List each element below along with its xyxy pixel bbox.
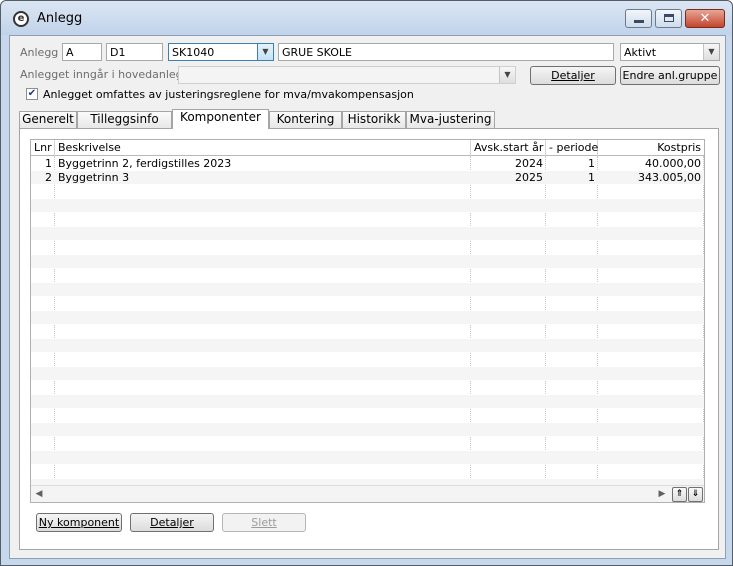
move-up-icon[interactable]: ⇑ <box>672 487 687 502</box>
scroll-right-icon[interactable]: ▶ <box>654 487 670 502</box>
komponenter-table: Lnr Beskrivelse Avsk.start år - periode … <box>30 139 705 503</box>
row-stripe <box>31 283 704 296</box>
status-value: Aktivt <box>624 46 657 59</box>
detaljer-header-label: Detaljer <box>551 69 595 82</box>
col-lnr[interactable]: Lnr <box>31 140 55 156</box>
cell-kostpris: 40.000,00 <box>645 157 701 170</box>
check-icon: ✔ <box>27 88 37 99</box>
anlegg-label: Anlegg <box>20 46 59 59</box>
table-body: 1 Byggetrinn 2, ferdigstilles 2023 2024 … <box>31 156 704 486</box>
app-logo-icon: e <box>13 11 29 27</box>
tab-kontering[interactable]: Kontering <box>269 111 342 128</box>
maximize-button[interactable] <box>655 9 682 28</box>
close-button[interactable]: ✕ <box>685 9 725 28</box>
chevron-down-icon[interactable]: ▼ <box>703 44 719 60</box>
detaljer-header-button[interactable]: Detaljer <box>530 66 616 85</box>
move-down-icon[interactable]: ⇓ <box>688 487 703 502</box>
scroll-left-icon[interactable]: ◀ <box>31 487 47 502</box>
tab-historikk[interactable]: Historikk <box>342 111 406 128</box>
table-header: Lnr Beskrivelse Avsk.start år - periode … <box>31 140 704 156</box>
cell-avsk-start: 2024 <box>515 157 543 170</box>
row-stripe <box>31 339 704 352</box>
minimize-icon <box>634 20 644 23</box>
detaljer-button[interactable]: Detaljer <box>130 513 214 532</box>
row-stripe <box>31 423 704 436</box>
minimize-button[interactable] <box>625 9 652 28</box>
col-beskrivelse[interactable]: Beskrivelse <box>55 140 471 156</box>
cell-periode: 1 <box>588 157 595 170</box>
col-avsk-start[interactable]: Avsk.start år <box>471 140 546 156</box>
cell-lnr: 2 <box>45 171 52 184</box>
window-title: Anlegg <box>37 11 83 26</box>
tab-tilleggsinfo[interactable]: Tilleggsinfo <box>77 111 172 128</box>
cell-periode: 1 <box>588 171 595 184</box>
maximize-icon <box>664 14 674 22</box>
row-stripe <box>31 451 704 464</box>
cell-beskrivelse: Byggetrinn 3 <box>58 171 130 184</box>
tab-generelt[interactable]: Generelt <box>19 111 77 128</box>
anlegg-code-combo[interactable]: SK1040 ▼ <box>168 43 274 61</box>
anlegg-name-field[interactable]: GRUE SKOLE <box>278 43 614 61</box>
row-stripe <box>31 367 704 380</box>
row-stripe <box>31 255 704 268</box>
tab-mva-justering[interactable]: Mva-justering <box>406 111 495 128</box>
cell-avsk-start: 2025 <box>515 171 543 184</box>
anlegg-d1-field[interactable]: D1 <box>106 43 163 61</box>
horizontal-scrollbar[interactable]: ◀ ▶ ⇑ ⇓ <box>31 485 704 502</box>
ny-komponent-button[interactable]: Ny komponent <box>36 513 122 532</box>
tab-komponenter[interactable]: Komponenter <box>172 109 269 129</box>
row-stripe <box>31 311 704 324</box>
chevron-down-icon[interactable]: ▼ <box>499 67 515 83</box>
cell-beskrivelse: Byggetrinn 2, ferdigstilles 2023 <box>58 157 232 170</box>
endre-anlgruppe-button[interactable]: Endre anl.gruppe <box>620 66 720 85</box>
table-row[interactable]: 1 Byggetrinn 2, ferdigstilles 2023 2024 … <box>31 157 704 170</box>
col-kostpris[interactable]: Kostpris <box>598 140 704 156</box>
anlegg-code-value: SK1040 <box>172 46 215 59</box>
anlegg-a-field[interactable]: A <box>62 43 102 61</box>
row-stripe <box>31 199 704 212</box>
row-stripe <box>31 395 704 408</box>
status-select[interactable]: Aktivt ▼ <box>620 43 720 61</box>
anlegg-window: e Anlegg ✕ Anlegg A D1 SK1040 ▼ GRUE SKO… <box>0 0 733 566</box>
cell-lnr: 1 <box>45 157 52 170</box>
detaljer-label: Detaljer <box>150 516 194 529</box>
mva-justering-checkbox[interactable]: ✔ <box>26 88 38 100</box>
slett-button[interactable]: Slett <box>222 513 306 532</box>
parent-label: Anlegget inngår i hovedanlegg <box>20 68 190 81</box>
table-row[interactable]: 2 Byggetrinn 3 2025 1 343.005,00 <box>31 171 704 184</box>
parent-combo[interactable]: ▼ <box>178 66 516 84</box>
cell-kostpris: 343.005,00 <box>638 171 701 184</box>
col-periode[interactable]: - periode <box>546 140 598 156</box>
chevron-down-icon[interactable]: ▼ <box>257 44 273 60</box>
mva-justering-label: Anlegget omfattes av justeringsreglene f… <box>43 88 414 101</box>
title-bar: e Anlegg ✕ <box>1 1 732 35</box>
slett-label: Slett <box>251 516 277 529</box>
row-stripe <box>31 227 704 240</box>
client-area: Anlegg A D1 SK1040 ▼ GRUE SKOLE Aktivt ▼… <box>9 35 726 559</box>
ny-komponent-label: Ny komponent <box>38 516 120 529</box>
close-icon: ✕ <box>699 11 711 26</box>
komponenter-panel: Lnr Beskrivelse Avsk.start år - periode … <box>19 128 719 550</box>
